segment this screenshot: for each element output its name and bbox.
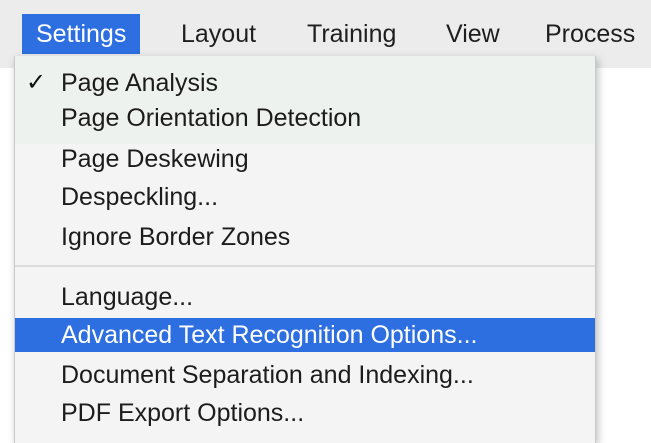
menu-item-label: Language... — [61, 283, 194, 311]
menu-item-label: Ignore Border Zones — [61, 223, 291, 251]
checkmark-icon: ✓ — [26, 69, 47, 96]
menu-separator — [15, 265, 595, 267]
menu-item-label: Despeckling... — [61, 183, 219, 211]
menu-settings[interactable]: Settings — [22, 14, 141, 54]
menu-item-label: Page Analysis — [61, 69, 219, 97]
menu-process[interactable]: Process — [545, 14, 635, 54]
menu-item-advanced-text-recognition-options[interactable]: Advanced Text Recognition Options... — [15, 318, 595, 352]
settings-dropdown-menu: ✓ Page Analysis Page Orientation Detecti… — [14, 56, 596, 443]
menu-item-label: Advanced Text Recognition Options... — [61, 321, 478, 349]
background-window — [596, 68, 651, 443]
menu-item-page-analysis[interactable]: ✓ Page Analysis — [15, 66, 595, 100]
menu-item-page-orientation-detection[interactable]: Page Orientation Detection — [15, 101, 595, 135]
menu-item-label: PDF Export Options... — [61, 399, 305, 427]
menu-item-label: Page Deskewing — [61, 145, 249, 173]
menu-item-pdf-export-options[interactable]: PDF Export Options... — [15, 396, 595, 430]
menu-training[interactable]: Training — [307, 14, 396, 54]
menu-item-despeckling[interactable]: Despeckling... — [15, 180, 595, 214]
menu-item-document-separation-and-indexing[interactable]: Document Separation and Indexing... — [15, 358, 595, 392]
menu-item-ignore-border-zones[interactable]: Ignore Border Zones — [15, 220, 595, 254]
menu-item-language[interactable]: Language... — [15, 280, 595, 314]
menu-item-page-deskewing[interactable]: Page Deskewing — [15, 142, 595, 176]
menu-view[interactable]: View — [446, 14, 500, 54]
menu-item-label: Page Orientation Detection — [61, 104, 362, 132]
menu-item-label: Document Separation and Indexing... — [61, 361, 474, 389]
menu-layout[interactable]: Layout — [181, 14, 256, 54]
